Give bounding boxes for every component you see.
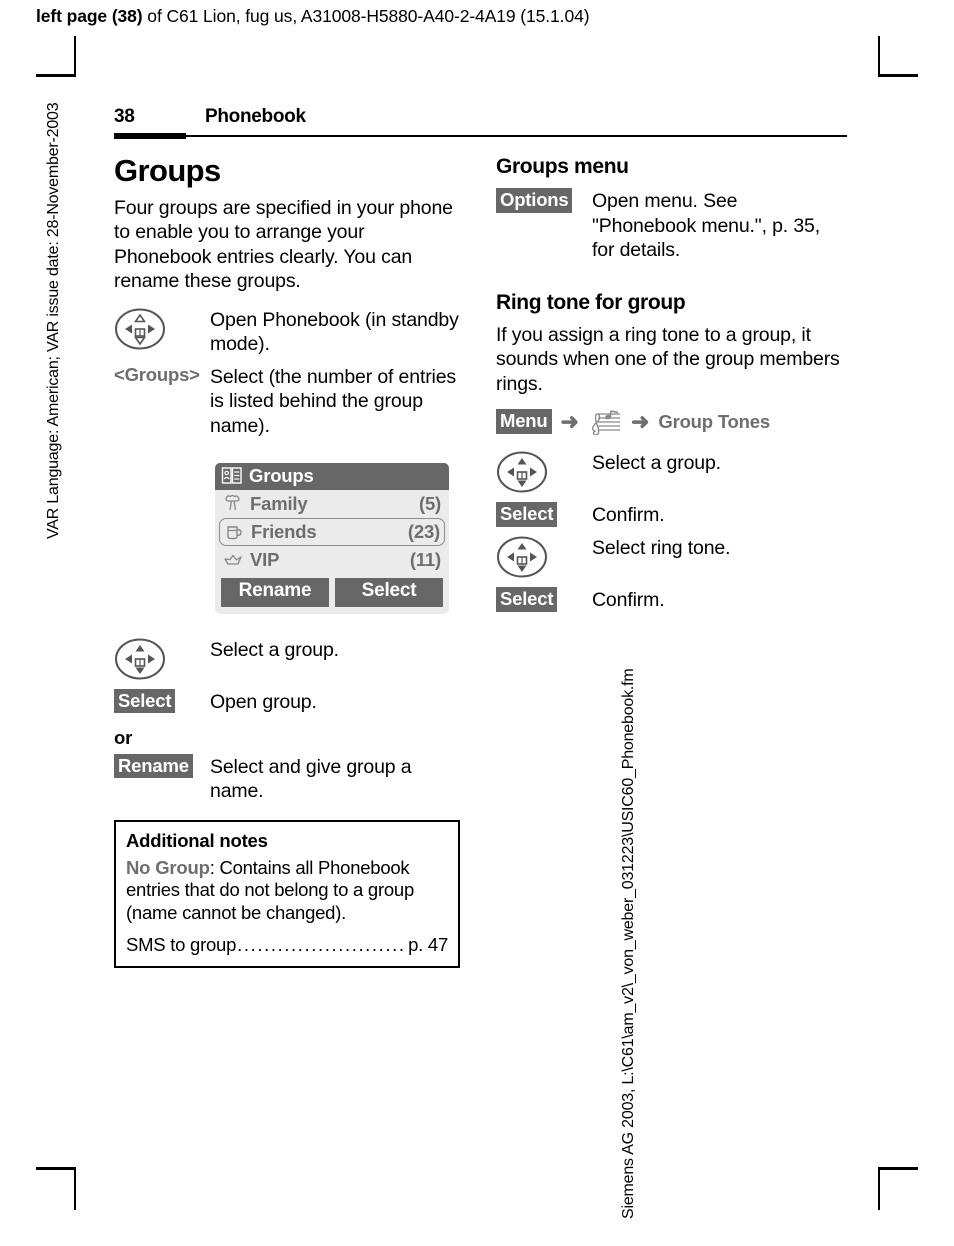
additional-notes-title: Additional notes — [126, 829, 268, 851]
step-select-a-group: Select a group. — [114, 636, 464, 682]
running-head: left page (38) of C61 Lion, fug us, A310… — [36, 6, 590, 27]
section-heading-groups-menu: Groups menu — [496, 155, 629, 178]
dot-leader: ........................................… — [237, 933, 407, 955]
phone-list-item-vip[interactable]: VIP (11) — [215, 546, 449, 574]
step-key-cell: Select — [496, 586, 592, 613]
step-description: Open Phonebook (in standby mode). — [210, 308, 459, 356]
crop-mark-top-right-h — [878, 74, 918, 77]
arrow-right-icon: ➜ — [630, 408, 650, 434]
phone-list-item-family[interactable]: Family (5) — [215, 490, 449, 518]
phone-list-item-count: (23) — [407, 520, 440, 542]
softkey-menu[interactable]: Menu — [496, 409, 552, 435]
crop-mark-bottom-left — [74, 1170, 76, 1210]
navigation-key-icon — [114, 637, 166, 682]
step-options-menu: Options Open menu. See "Phonebook menu."… — [496, 187, 846, 263]
crown-icon — [222, 550, 244, 570]
crop-mark-top-left-h — [36, 74, 76, 77]
groups-placeholder-label: <Groups> — [114, 363, 200, 385]
running-head-bold: left page (38) — [36, 6, 143, 26]
or-separator: or — [114, 726, 133, 748]
phone-list-item-friends[interactable]: Friends (23) — [219, 517, 445, 546]
phone-softkey-bar: Rename Select — [215, 574, 449, 607]
step-key-cell — [496, 449, 592, 495]
step-description: Select a group. — [592, 451, 721, 474]
softkey-select[interactable]: Select — [496, 586, 558, 612]
header-rule-thick — [114, 133, 186, 139]
running-head-rest: of C61 Lion, fug us, A31008-H5880-A40-2-… — [142, 6, 590, 26]
step-description: Select a group. — [210, 638, 339, 661]
additional-notes-paragraph: No Group: Contains all Phonebook entries… — [126, 857, 448, 925]
no-group-term: No Group — [126, 856, 210, 878]
phone-list-item-count: (5) — [418, 492, 441, 514]
cross-reference-page: p. 47 — [408, 933, 448, 955]
step-key-cell — [114, 306, 210, 352]
softkey-options[interactable]: Options — [496, 188, 573, 214]
left-column: Groups Four groups are specified in your… — [114, 153, 464, 968]
phone-softkey-select[interactable]: Select — [335, 577, 443, 607]
ring-tone-intro-paragraph: If you assign a ring tone to a group, it… — [496, 323, 840, 395]
navigation-key-icon — [114, 307, 166, 352]
notes-cross-reference[interactable]: SMS to group ...........................… — [126, 934, 448, 956]
header-rule-thin — [114, 135, 847, 137]
phone-list-item-label: Family — [250, 492, 308, 514]
step-rt-confirm-group: Select Confirm. — [496, 501, 846, 528]
phone-screen-mockup: Groups Family (5) Friends (23) VIP (11) … — [215, 462, 449, 614]
step-description: Confirm. — [592, 503, 665, 526]
phone-list-item-label: VIP — [250, 548, 280, 570]
groups-intro-paragraph: Four groups are specified in your phone … — [114, 196, 453, 293]
phone-screen-title: Groups — [249, 465, 314, 487]
softkey-select[interactable]: Select — [114, 688, 176, 714]
cross-reference-label: SMS to group — [126, 933, 237, 955]
additional-notes-box: Additional notes No Group: Contains all … — [114, 819, 460, 968]
step-key-cell: Options — [496, 187, 592, 214]
phonebook-icon — [221, 466, 243, 486]
step-rt-confirm-tone: Select Confirm. — [496, 586, 846, 613]
step-description: Open menu. See "Phonebook menu.", p. 35,… — [592, 190, 821, 262]
page-number: 38 — [114, 106, 135, 127]
step-key-cell — [114, 636, 210, 682]
navigation-key-icon — [496, 450, 548, 495]
step-rt-select-tone: Select ring tone. — [496, 534, 846, 580]
step-open-phonebook: Open Phonebook (in standby mode). — [114, 306, 464, 357]
phone-screen-titlebar: Groups — [215, 462, 449, 490]
section-heading-ring-tone: Ring tone for group — [496, 290, 686, 314]
navigation-key-icon — [496, 535, 548, 580]
step-open-group: Select Open group. — [114, 688, 464, 715]
phone-list-item-label: Friends — [251, 520, 317, 542]
phone-softkey-rename[interactable]: Rename — [221, 577, 329, 607]
side-text-right: Siemens AG 2003, L:\C61\am_v2\_von_weber… — [620, 668, 637, 1219]
crop-mark-top-right — [878, 36, 880, 76]
section-heading-groups: Groups — [114, 153, 221, 188]
mug-icon — [223, 522, 245, 542]
crop-mark-bottom-right — [878, 1170, 880, 1210]
softkey-select[interactable]: Select — [496, 501, 558, 527]
arrow-right-icon: ➜ — [560, 408, 579, 434]
step-key-cell: Select — [496, 501, 592, 528]
menu-path: Menu ➜ ➜ Group Tones — [496, 408, 846, 436]
step-description: Open group. — [210, 690, 317, 713]
step-description: Confirm. — [592, 588, 665, 611]
step-key-cell — [496, 534, 592, 580]
step-key-cell: Rename — [114, 753, 210, 780]
crop-mark-bottom-left-h — [36, 1167, 76, 1170]
step-rename-group: Rename Select and give group a name. — [114, 753, 464, 804]
step-description: Select ring tone. — [592, 536, 731, 559]
crop-mark-top-left — [74, 36, 76, 76]
menu-path-item-group-tones[interactable]: Group Tones — [658, 411, 770, 433]
phone-list-item-count: (11) — [409, 548, 441, 570]
step-key-cell: <Groups> — [114, 363, 210, 390]
right-column: Groups menu Options Open menu. See "Phon… — [496, 155, 846, 619]
chapter-title: Phonebook — [205, 106, 306, 127]
crop-mark-bottom-right-h — [878, 1167, 918, 1170]
music-staff-icon — [588, 409, 622, 436]
step-description: Select and give group a name. — [210, 755, 412, 803]
side-text-left: VAR Language: American; VAR issue date: … — [45, 102, 62, 539]
softkey-rename[interactable]: Rename — [114, 753, 193, 779]
step-key-cell: Select — [114, 688, 210, 715]
tree-icon — [222, 494, 244, 514]
step-select-groups: <Groups> Select (the number of entries i… — [114, 363, 464, 439]
step-description: Select (the number of entries is listed … — [210, 365, 457, 438]
page-header: 38 Phonebook — [114, 106, 847, 142]
step-rt-select-group: Select a group. — [496, 449, 846, 495]
